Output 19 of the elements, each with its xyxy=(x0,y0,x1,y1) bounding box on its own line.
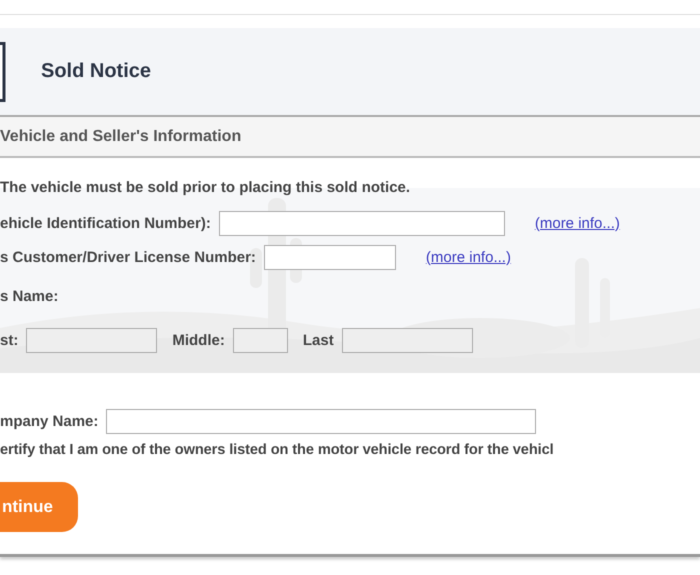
field-label: s Customer/Driver License Number: xyxy=(0,248,256,266)
input-field[interactable] xyxy=(218,210,505,236)
input-field[interactable] xyxy=(106,408,536,434)
field-label: st: xyxy=(0,332,18,348)
notice-text: The vehicle must be sold prior to placing this sold notice. xyxy=(0,178,410,196)
more-info-link[interactable]: (more info...) xyxy=(534,214,620,232)
page-title: Sold Notice xyxy=(41,60,152,83)
field-label: ehicle Identification Number): xyxy=(0,214,211,232)
field-label: Middle: xyxy=(172,332,225,348)
field-label: s Name: xyxy=(0,288,58,304)
input-field[interactable] xyxy=(264,244,396,270)
input-field[interactable] xyxy=(232,328,288,352)
more-info-link[interactable]: (more info...) xyxy=(426,248,511,266)
field-label: Last xyxy=(302,332,334,348)
certify-text: ertify that I am one of the owners listed on the motor vehicle record for the vehicl xyxy=(0,442,555,458)
section-title: Vehicle and Seller's Information xyxy=(0,128,242,146)
field-label: mpany Name: xyxy=(0,412,98,430)
input-field[interactable] xyxy=(26,328,158,352)
input-field[interactable] xyxy=(342,328,473,352)
